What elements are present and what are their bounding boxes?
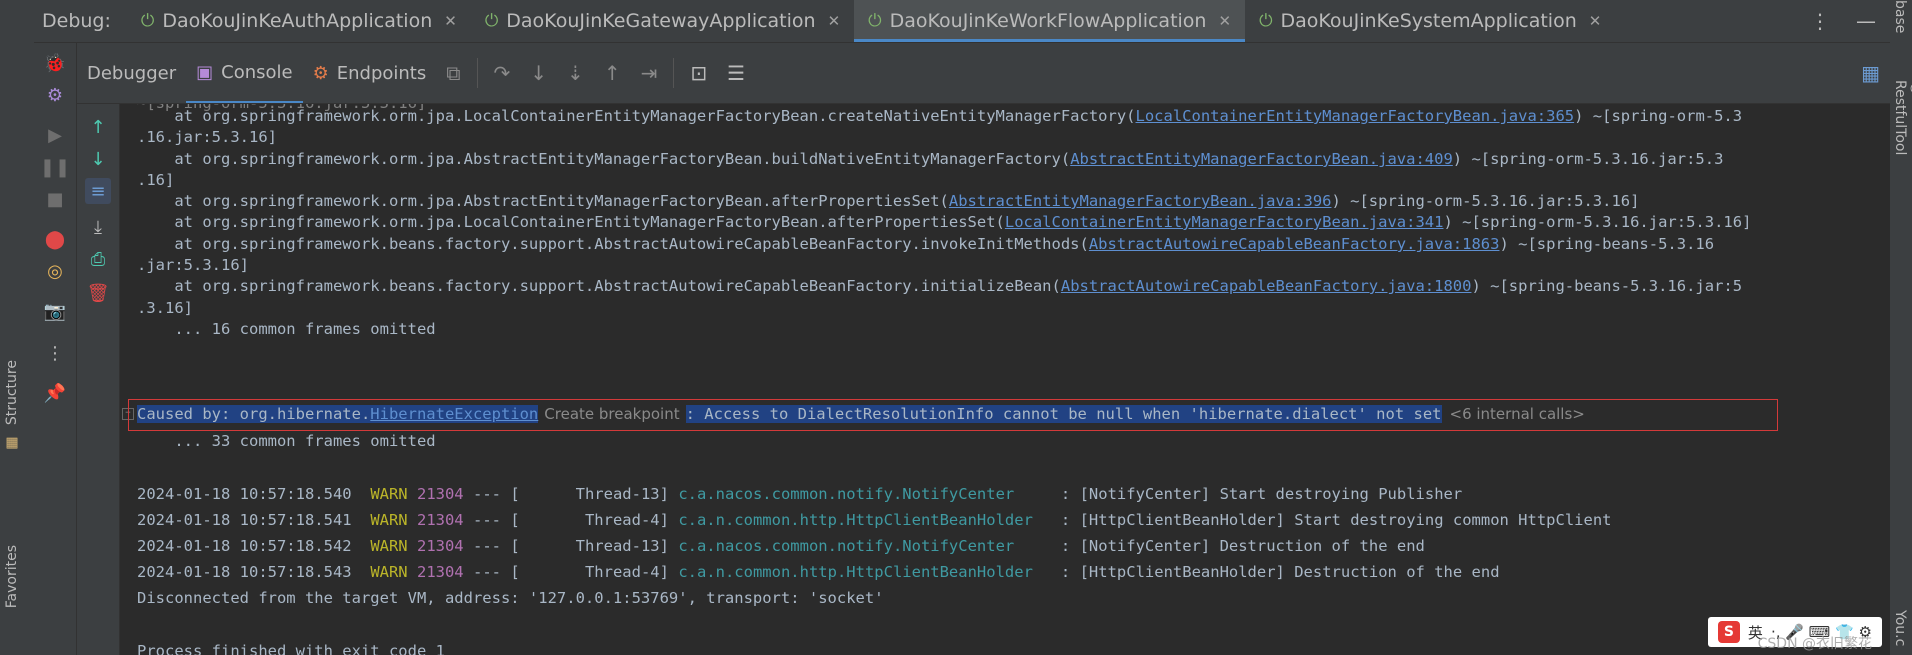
debug-tabbar: Debug: ⏻ DaoKouJinKeAuthApplication ✕ ⏻ … <box>34 0 1890 43</box>
favorites-tab[interactable]: Favorites <box>4 545 20 608</box>
console-side-toolbar: ↑ ↓ ≡ ⤓ ⎙ 🗑 <box>77 104 120 655</box>
close-icon[interactable]: ✕ <box>828 12 841 30</box>
close-icon[interactable]: ✕ <box>444 12 457 30</box>
stack-frame-line: .16.jar:5.3.16] <box>137 128 277 146</box>
console-tab[interactable]: ▣ Console <box>186 43 303 103</box>
mute-breakpoints-icon[interactable]: ◎ <box>43 259 67 283</box>
debug-label: Debug: <box>42 10 111 32</box>
close-icon[interactable]: ✕ <box>1218 12 1231 30</box>
log-line: 2024-01-18 10:57:18.542 WARN 21304 --- [… <box>137 537 1425 555</box>
stop-icon[interactable]: ■ <box>43 187 67 211</box>
step-into-icon[interactable]: ↓ <box>520 61 557 85</box>
restore-layout-icon[interactable]: ⧉ <box>436 61 470 85</box>
tab-gateway-application[interactable]: ⏻ DaoKouJinKeGatewayApplication ✕ <box>471 0 854 42</box>
more-actions-icon[interactable]: ⋮ <box>43 341 67 365</box>
stack-frame-line: at org.springframework.orm.jpa.LocalCont… <box>137 213 1752 231</box>
you-tab[interactable]: You.c <box>1892 610 1908 655</box>
endpoints-tab[interactable]: ⚙ Endpoints <box>303 63 437 84</box>
restfultool-tab[interactable]: ◍ RestfulTool <box>1892 80 1912 155</box>
omitted-frames-line: ... 16 common frames omitted <box>137 320 436 338</box>
internal-calls-fold[interactable]: <6 internal calls> <box>1450 405 1585 423</box>
globe-icon: ◍ <box>1908 80 1912 96</box>
watermark: CSDN @衣旧繁花 <box>1757 636 1872 652</box>
stack-frame-line: at org.springframework.orm.jpa.LocalCont… <box>137 107 1743 125</box>
left-tool-strip: ▦ Structure Favorites <box>0 0 35 655</box>
endpoints-icon: ⚙ <box>312 62 329 84</box>
pin-icon[interactable]: 📌 <box>43 381 67 405</box>
source-link[interactable]: LocalContainerEntityManagerFactoryBean.j… <box>1136 107 1575 125</box>
scroll-to-end-icon[interactable]: ⤓ <box>85 214 111 240</box>
spring-bean-icon: ⏻ <box>140 11 155 31</box>
spring-bean-icon: ⏻ <box>484 11 499 31</box>
scroll-up-icon[interactable]: ↑ <box>85 114 111 140</box>
stack-frame-line: at org.springframework.beans.factory.sup… <box>137 277 1743 295</box>
spring-bean-icon: ⏻ <box>1259 11 1273 31</box>
print-icon[interactable]: ⎙ <box>85 246 111 272</box>
step-out-icon[interactable]: ↑ <box>594 61 631 85</box>
log-line: 2024-01-18 10:57:18.540 WARN 21304 --- [… <box>137 485 1463 503</box>
source-link[interactable]: AbstractEntityManagerFactoryBean.java:39… <box>949 192 1332 210</box>
run-to-cursor-icon[interactable]: ⇥ <box>631 61 668 85</box>
soft-wrap-icon[interactable]: ≡ <box>85 178 111 204</box>
omitted-frames-line: ... 33 common frames omitted <box>137 432 436 450</box>
source-link[interactable]: AbstractAutowireCapableBeanFactory.java:… <box>1061 277 1472 295</box>
right-tool-strip: base ◍ RestfulTool You.c <box>1889 0 1912 655</box>
exception-link[interactable]: HibernateException <box>370 405 539 423</box>
debug-side-toolbar: 🐞 ⚙ ▶ ❚❚ ■ ⬤ ◎ 📷 ⋮ 📌 <box>34 43 77 655</box>
debugger-tab[interactable]: Debugger <box>77 63 186 84</box>
camera-icon[interactable]: 📷 <box>43 299 67 323</box>
toolbar-separator <box>476 58 478 88</box>
stack-frame-line: at org.springframework.orm.jpa.AbstractE… <box>137 150 1724 168</box>
toolbar-separator <box>673 58 675 88</box>
scroll-down-icon[interactable]: ↓ <box>85 146 111 172</box>
close-icon[interactable]: ✕ <box>1589 12 1602 30</box>
force-step-into-icon[interactable]: ⇣ <box>557 61 594 85</box>
settings-icon[interactable]: ⚙ <box>43 83 67 107</box>
rerun-debug-icon[interactable]: 🐞 <box>43 51 67 75</box>
debugger-toolbar: Debugger ▣ Console ⚙ Endpoints ⧉ ↷ ↓ ⇣ ↑… <box>77 43 1890 104</box>
stack-frame-line: at org.springframework.beans.factory.sup… <box>137 235 1715 253</box>
resume-icon[interactable]: ▶ <box>43 123 67 147</box>
pause-icon[interactable]: ❚❚ <box>40 155 70 179</box>
source-link[interactable]: AbstractEntityManagerFactoryBean.java:40… <box>1070 150 1453 168</box>
spring-bean-icon: ⏻ <box>868 11 882 31</box>
process-finished-line: Process finished with exit code 1 <box>137 642 445 655</box>
log-line: 2024-01-18 10:57:18.541 WARN 21304 --- [… <box>137 511 1612 529</box>
tab-system-application[interactable]: ⏻ DaoKouJinKeSystemApplication ✕ <box>1245 0 1615 42</box>
minimize-icon[interactable]: — <box>1856 9 1876 33</box>
sogou-logo-icon: S <box>1717 621 1740 643</box>
disconnected-line: Disconnected from the target VM, address… <box>137 589 884 607</box>
source-link[interactable]: AbstractAutowireCapableBeanFactory.java:… <box>1089 235 1500 253</box>
more-options-icon[interactable]: ⋮ <box>1810 9 1830 33</box>
source-link[interactable]: LocalContainerEntityManagerFactoryBean.j… <box>1005 213 1444 231</box>
structure-icon: ▦ <box>4 435 20 452</box>
tab-workflow-application[interactable]: ⏻ DaoKouJinKeWorkFlowApplication ✕ <box>854 0 1246 42</box>
evaluate-expression-icon[interactable]: ⊡ <box>680 61 717 85</box>
database-tab[interactable]: base <box>1892 0 1908 45</box>
structure-tab[interactable]: ▦ Structure <box>4 360 20 452</box>
create-breakpoint-hint[interactable]: Create breakpoint <box>544 405 679 423</box>
log-line: 2024-01-18 10:57:18.543 WARN 21304 --- [… <box>137 563 1500 581</box>
step-over-icon[interactable]: ↷ <box>484 61 521 85</box>
tab-auth-application[interactable]: ⏻ DaoKouJinKeAuthApplication ✕ <box>127 0 471 42</box>
caused-by-line: Caused by: org.hibernate.HibernateExcept… <box>137 405 1585 423</box>
console-output[interactable]: ~[spring-orm-5.3.16.jar:5.3.16] at org.s… <box>120 104 1890 655</box>
clear-all-icon[interactable]: 🗑 <box>85 280 111 306</box>
console-icon: ▣ <box>196 61 214 83</box>
layout-settings-icon[interactable]: ▦ <box>1851 61 1890 85</box>
trace-list-icon[interactable]: ☰ <box>717 61 755 85</box>
view-breakpoints-icon[interactable]: ⬤ <box>43 227 67 251</box>
